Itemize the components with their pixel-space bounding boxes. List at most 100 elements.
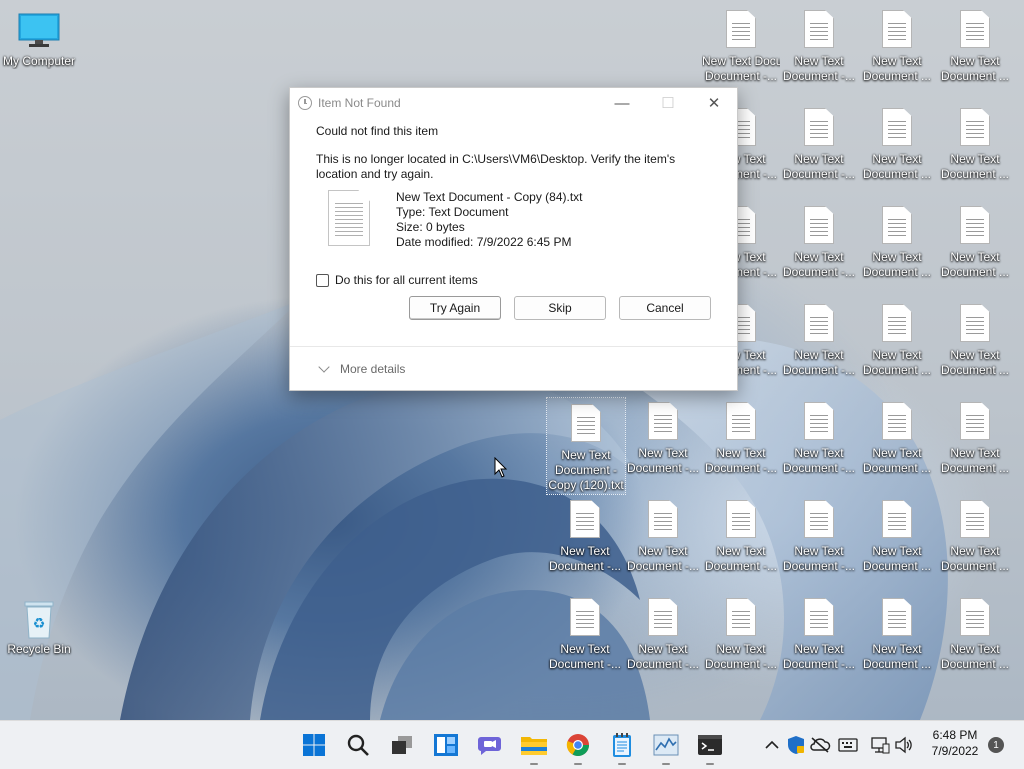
file-date: Date modified: 7/9/2022 6:45 PM xyxy=(396,235,572,249)
desktop-file-icon[interactable]: New Text Document -... xyxy=(780,396,858,492)
text-file-icon xyxy=(960,500,990,538)
desktop-file-icon[interactable]: New Text Document ... xyxy=(858,494,936,590)
dialog-heading: Could not find this item xyxy=(316,124,439,138)
desktop-file-icon[interactable]: New Text Document -... xyxy=(702,494,780,590)
desktop-file-icon[interactable]: New Text Document -... xyxy=(624,396,702,492)
desktop-file-icon[interactable]: New Text Document ... xyxy=(936,396,1014,492)
text-file-icon xyxy=(570,598,600,636)
text-file-icon xyxy=(882,402,912,440)
volume-icon[interactable] xyxy=(890,731,918,759)
keyboard-icon[interactable] xyxy=(834,731,862,759)
chrome-icon[interactable] xyxy=(564,731,592,765)
maximize-button: ☐ xyxy=(661,95,675,112)
text-file-icon xyxy=(726,402,756,440)
text-file-icon xyxy=(882,108,912,146)
desktop-file-icon[interactable]: New Text Document -... xyxy=(624,494,702,590)
text-file-icon xyxy=(960,108,990,146)
cancel-button[interactable]: Cancel xyxy=(619,296,711,320)
text-file-icon xyxy=(804,500,834,538)
close-button[interactable]: ✕ xyxy=(691,88,737,118)
desktop-file-icon[interactable]: New Text Document ... xyxy=(858,396,936,492)
task-view-icon[interactable] xyxy=(388,731,416,759)
task-manager-icon[interactable] xyxy=(652,731,680,765)
text-file-icon xyxy=(960,402,990,440)
apply-all-label: Do this for all current items xyxy=(335,273,478,287)
text-file-icon xyxy=(882,500,912,538)
desktop-file-icon[interactable]: New Text Document ... xyxy=(858,200,936,296)
text-file-icon xyxy=(804,402,834,440)
selected-desktop-file-icon[interactable]: New Text Document - Copy (120).txt xyxy=(546,397,626,495)
recycle-bin-shortcut[interactable]: ♻ Recycle Bin xyxy=(0,592,78,688)
file-info: New Text Document - Copy (84).txt Type: … xyxy=(316,190,711,250)
desktop-file-icon[interactable]: New Text Document ... xyxy=(936,200,1014,296)
recycle-bin-label: Recycle Bin xyxy=(7,642,71,656)
file-size: Size: 0 bytes xyxy=(396,220,465,234)
text-file-icon xyxy=(882,206,912,244)
desktop-file-icon[interactable]: New Text Document -... xyxy=(780,200,858,296)
text-file-icon xyxy=(804,206,834,244)
clock-date: 7/9/2022 xyxy=(931,744,979,758)
text-file-icon xyxy=(726,500,756,538)
text-file-icon xyxy=(328,190,370,246)
desktop-file-icon[interactable]: New Text Document -... xyxy=(546,592,624,688)
desktop-file-icon[interactable]: New Text Document -... xyxy=(546,494,624,590)
text-file-icon xyxy=(960,206,990,244)
text-file-icon xyxy=(882,10,912,48)
skip-button[interactable]: Skip xyxy=(514,296,606,320)
dialog-message: This is no longer located in C:\Users\VM… xyxy=(316,152,676,181)
desktop-file-icon[interactable]: New Text Document -... xyxy=(702,396,780,492)
clock-time: 6:48 PM xyxy=(932,728,978,742)
file-explorer-icon[interactable] xyxy=(520,731,548,765)
onedrive-offline-icon[interactable] xyxy=(806,731,834,759)
chevron-down-icon xyxy=(318,360,330,373)
more-details-toggle[interactable]: More details xyxy=(290,346,737,390)
desktop-file-icon[interactable]: New Text Document ... xyxy=(858,592,936,688)
desktop-file-icon[interactable]: New Text Document -... xyxy=(780,102,858,198)
text-file-icon xyxy=(882,598,912,636)
text-file-icon xyxy=(804,598,834,636)
file-type: Type: Text Document xyxy=(396,205,509,219)
search-icon[interactable] xyxy=(344,731,372,759)
dialog-titlebar: Item Not Found — ☐ ✕ xyxy=(290,88,737,118)
apply-all-checkbox[interactable] xyxy=(316,273,329,287)
text-file-icon xyxy=(804,10,834,48)
monitor-icon xyxy=(18,10,60,50)
desktop-file-icon[interactable]: New Text Document ... xyxy=(936,4,1014,100)
desktop-file-icon[interactable]: New Text Document -... xyxy=(702,592,780,688)
svg-text:♻: ♻ xyxy=(33,616,46,632)
desktop-file-icon[interactable]: New Text Document ... xyxy=(936,298,1014,394)
desktop-file-icon[interactable]: New Text Document -... xyxy=(780,592,858,688)
text-file-icon xyxy=(960,598,990,636)
desktop-file-icon[interactable]: New Text Document -...Document -... xyxy=(702,4,780,100)
text-file-icon xyxy=(804,304,834,342)
desktop-file-icon[interactable]: New Text Document -... xyxy=(624,592,702,688)
taskbar: 6:48 PM 7/9/2022 xyxy=(0,720,1024,769)
dialog-title: Item Not Found xyxy=(318,96,401,110)
text-file-icon xyxy=(648,500,678,538)
widgets-icon[interactable] xyxy=(432,731,460,759)
minimize-button[interactable]: — xyxy=(599,88,645,118)
taskbar-clock[interactable]: 6:48 PM 7/9/2022 xyxy=(918,727,992,759)
clock-icon xyxy=(298,96,312,110)
desktop-file-icon[interactable]: New Text Document -... xyxy=(780,494,858,590)
text-file-icon xyxy=(571,404,601,442)
my-computer-shortcut[interactable]: My Computer xyxy=(0,4,78,100)
desktop-file-icon[interactable]: New Text Document ... xyxy=(858,102,936,198)
text-file-icon xyxy=(726,10,756,48)
notification-badge[interactable]: 1 xyxy=(988,737,1004,753)
chat-icon[interactable] xyxy=(476,731,504,759)
terminal-icon[interactable] xyxy=(696,731,724,765)
desktop-file-icon[interactable]: New Text Document ... xyxy=(858,4,936,100)
item-not-found-dialog: Item Not Found — ☐ ✕ Could not find this… xyxy=(289,87,738,391)
desktop-file-icon[interactable]: New Text Document -... xyxy=(780,4,858,100)
notepad-icon[interactable] xyxy=(608,731,636,765)
text-file-icon xyxy=(726,598,756,636)
windows-start-icon[interactable] xyxy=(300,731,328,759)
text-file-icon xyxy=(882,304,912,342)
desktop-file-icon[interactable]: New Text Document ... xyxy=(936,592,1014,688)
desktop-file-icon[interactable]: New Text Document ... xyxy=(936,102,1014,198)
desktop-file-icon[interactable]: New Text Document -... xyxy=(780,298,858,394)
desktop-file-icon[interactable]: New Text Document ... xyxy=(936,494,1014,590)
try-again-button[interactable]: Try Again xyxy=(409,296,501,320)
desktop-file-icon[interactable]: New Text Document ... xyxy=(858,298,936,394)
